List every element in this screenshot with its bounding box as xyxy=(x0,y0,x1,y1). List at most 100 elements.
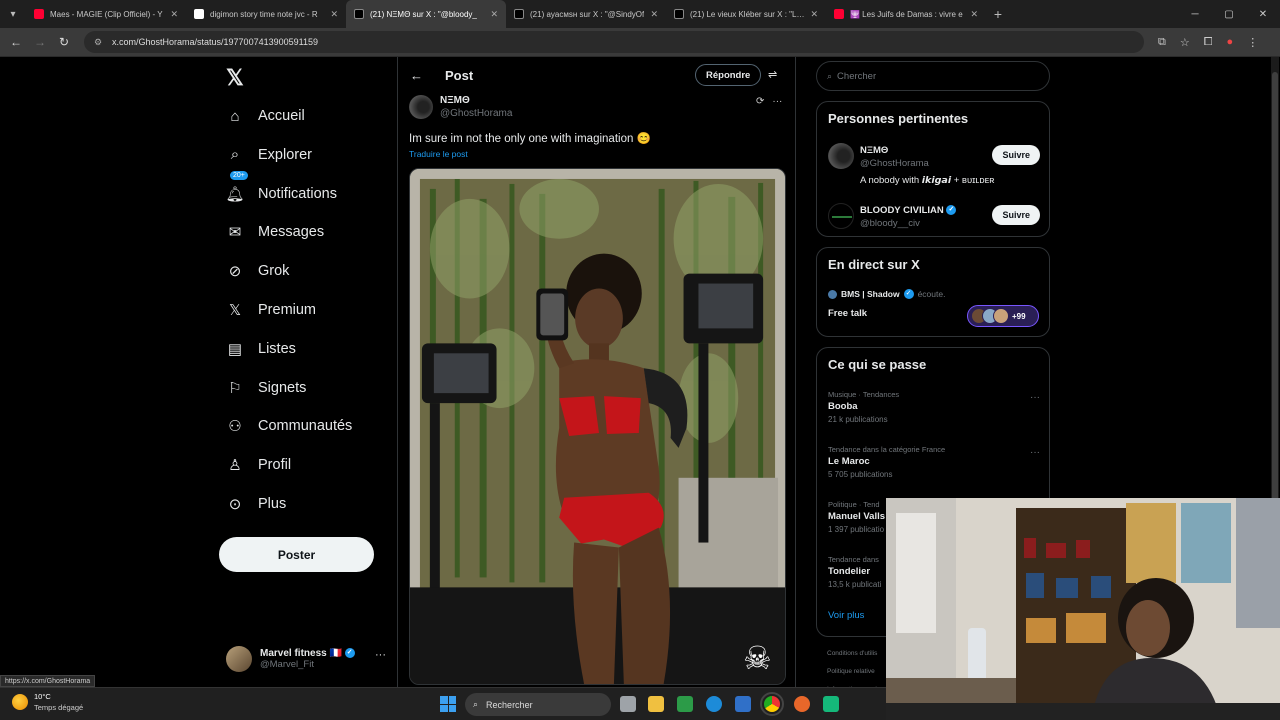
tab-title: (21) Le vieux Kléber sur X : "Les xyxy=(690,9,805,19)
nav-item-messages[interactable]: ✉ Messages xyxy=(226,217,324,247)
whatsapp-icon[interactable] xyxy=(823,696,839,712)
new-tab-button[interactable]: + xyxy=(986,6,1010,22)
forward-button[interactable]: → xyxy=(28,35,52,49)
cast-icon[interactable]: ⧉ xyxy=(1158,36,1166,49)
trend-item[interactable]: Tendance dans la catégorie France Le Maro… xyxy=(828,445,1040,479)
nav-item-communautés[interactable]: ⚇ Communautés xyxy=(226,411,352,441)
browser-tab[interactable]: (21) Le vieux Kléber sur X : "Les ✕ xyxy=(666,0,826,28)
extensions-icon[interactable]: ⧠ xyxy=(1204,36,1213,49)
edge-icon[interactable] xyxy=(706,696,722,712)
reply-settings-icon[interactable]: ⇌ xyxy=(768,68,777,81)
nav-item-grok[interactable]: ⊘ Grok xyxy=(226,256,290,286)
nav-item-notifications[interactable]: 🔔︎ Notifications 20+ xyxy=(225,170,337,209)
trend-more-icon[interactable]: ··· xyxy=(1030,447,1040,458)
nav-item-label: Listes xyxy=(258,340,296,357)
author-avatar[interactable] xyxy=(409,95,433,119)
tab-close-icon[interactable]: ✕ xyxy=(650,9,658,20)
footer-link[interactable]: Politique relative xyxy=(827,663,877,681)
avatar[interactable] xyxy=(828,143,854,169)
file-explorer-icon[interactable] xyxy=(648,696,664,712)
post-text: Im sure im not the only one with imagina… xyxy=(409,133,651,145)
communities-icon: ⚇ xyxy=(228,418,242,436)
post-button[interactable]: Poster xyxy=(219,537,374,572)
avatar-mark xyxy=(832,216,852,218)
browser-tab[interactable]: 🕎 Les Juifs de Damas : vivre e ✕ xyxy=(826,0,986,28)
grok-explain-icon[interactable]: ⟳ xyxy=(756,96,764,107)
window-controls: ─ ▢ ✕ xyxy=(1178,0,1280,28)
taskbar-search[interactable]: ⌕ Rechercher xyxy=(465,693,611,716)
link-hover-status: https://x.com/GhostHorama xyxy=(0,675,96,687)
tab-search-button[interactable]: ▾ xyxy=(0,0,26,28)
person-row[interactable]: BLOODY CIVILIAN ✓ @bloody__civ Suivre xyxy=(828,203,1040,233)
browser-tab[interactable]: (21) ayacмsн sur X : "@SindyOf ✕ xyxy=(506,0,666,28)
footer-link[interactable]: Conditions d'utilis xyxy=(827,645,877,663)
person-name[interactable]: BLOODY CIVILIAN xyxy=(860,205,944,216)
person-name[interactable]: NΞMΘ xyxy=(860,145,888,156)
space-title: Free talk xyxy=(828,308,868,319)
tab-close-icon[interactable]: ✕ xyxy=(970,9,978,20)
browser-tab[interactable]: (21) NΞMΘ sur X : "@bloody_ ✕ xyxy=(346,0,506,28)
store-icon[interactable] xyxy=(735,696,751,712)
tab-close-icon[interactable]: ✕ xyxy=(810,9,818,20)
back-button[interactable]: ← xyxy=(4,35,28,49)
browser-menu-icon[interactable]: ⋮ xyxy=(1247,36,1258,49)
live-title: En direct sur X xyxy=(828,257,920,272)
account-switcher[interactable]: Marvel fitness 🇫🇷 ✓ @Marvel_Fit ··· xyxy=(226,643,386,675)
nav-item-label: Profil xyxy=(258,457,292,474)
browser-tab[interactable]: Maes - MAGIE (Clip Officiel) - Y ✕ xyxy=(26,0,186,28)
x-premium-icon: 𝕏 xyxy=(228,302,242,319)
close-window-button[interactable]: ✕ xyxy=(1246,0,1280,28)
search-input[interactable]: ⌕ Chercher xyxy=(816,61,1050,91)
browser-tab[interactable]: digimon story time note jvc - R ✕ xyxy=(186,0,346,28)
minimize-button[interactable]: ─ xyxy=(1178,0,1212,28)
listeners-pill[interactable]: +99 xyxy=(967,305,1039,327)
weather-widget[interactable]: 10°C Temps dégagé xyxy=(12,692,83,712)
trends-title: Ce qui se passe xyxy=(828,357,927,372)
post-more-icon[interactable]: ··· xyxy=(772,96,782,107)
account-more-icon[interactable]: ··· xyxy=(375,649,386,661)
person-row[interactable]: NΞMΘ @GhostHorama A nobody with 𝙞𝙠𝙞𝙜𝙖𝙞 +… xyxy=(828,143,1040,187)
trend-more-icon[interactable]: ··· xyxy=(1030,392,1040,403)
nav-item-plus[interactable]: ⊙ Plus xyxy=(226,489,287,519)
post-author[interactable]: NΞMΘ @GhostHorama xyxy=(409,95,512,119)
trend-category: Tendance dans la catégorie France xyxy=(828,445,946,454)
follow-button[interactable]: Suivre xyxy=(992,145,1040,165)
verified-badge-icon: ✓ xyxy=(946,205,957,216)
nav-item-profil[interactable]: ♙ Profil xyxy=(226,450,291,480)
trend-item[interactable]: Musique · Tendances Booba 21 k publication… xyxy=(828,390,1040,424)
firefox-icon[interactable] xyxy=(794,696,810,712)
profile-icon[interactable]: ● xyxy=(1227,36,1234,49)
nav-item-explorer[interactable]: ⌕ Explorer xyxy=(226,140,312,170)
x-logo-icon[interactable]: 𝕏 xyxy=(226,65,244,91)
reload-button[interactable]: ↻ xyxy=(52,35,76,49)
back-arrow-icon[interactable]: ← xyxy=(410,68,423,83)
bookmark-star-icon[interactable]: ☆ xyxy=(1180,36,1190,49)
site-info-icon[interactable]: ⚙ xyxy=(94,37,106,48)
tab-close-icon[interactable]: ✕ xyxy=(330,9,338,20)
task-view-icon[interactable] xyxy=(620,696,636,712)
author-handle[interactable]: @GhostHorama xyxy=(440,108,512,119)
author-name[interactable]: NΞMΘ xyxy=(440,95,512,106)
url-field[interactable]: ⚙ x.com/GhostHorama/status/1977007413900… xyxy=(84,31,1144,53)
host-status: écoute. xyxy=(917,289,946,299)
windows-start-icon[interactable] xyxy=(440,696,456,712)
nav-item-premium[interactable]: 𝕏 Premium xyxy=(226,295,316,325)
nav-item-signets[interactable]: ⚐ Signets xyxy=(226,373,306,403)
reply-button[interactable]: Répondre xyxy=(695,64,762,86)
webcam-scene xyxy=(886,498,1280,720)
tab-close-icon[interactable]: ✕ xyxy=(170,9,178,20)
chrome-icon[interactable] xyxy=(760,692,784,716)
translate-link[interactable]: Traduire le post xyxy=(409,149,468,159)
follow-button[interactable]: Suivre xyxy=(992,205,1040,225)
tab-favicon-icon xyxy=(514,9,524,19)
xbox-icon[interactable] xyxy=(677,696,693,712)
maximize-button[interactable]: ▢ xyxy=(1212,0,1246,28)
avatar[interactable] xyxy=(828,203,854,229)
tab-favicon-icon xyxy=(194,9,204,19)
live-on-x-card[interactable]: En direct sur X BMS | Shadow ✓ écoute. F… xyxy=(816,247,1050,337)
nav-item-accueil[interactable]: ⌂ Accueil xyxy=(226,101,304,131)
see-more-link[interactable]: Voir plus xyxy=(828,610,864,621)
post-media-image[interactable]: ☠ xyxy=(409,168,786,685)
tab-close-icon[interactable]: ✕ xyxy=(490,9,498,20)
nav-item-listes[interactable]: ▤ Listes xyxy=(226,334,296,364)
